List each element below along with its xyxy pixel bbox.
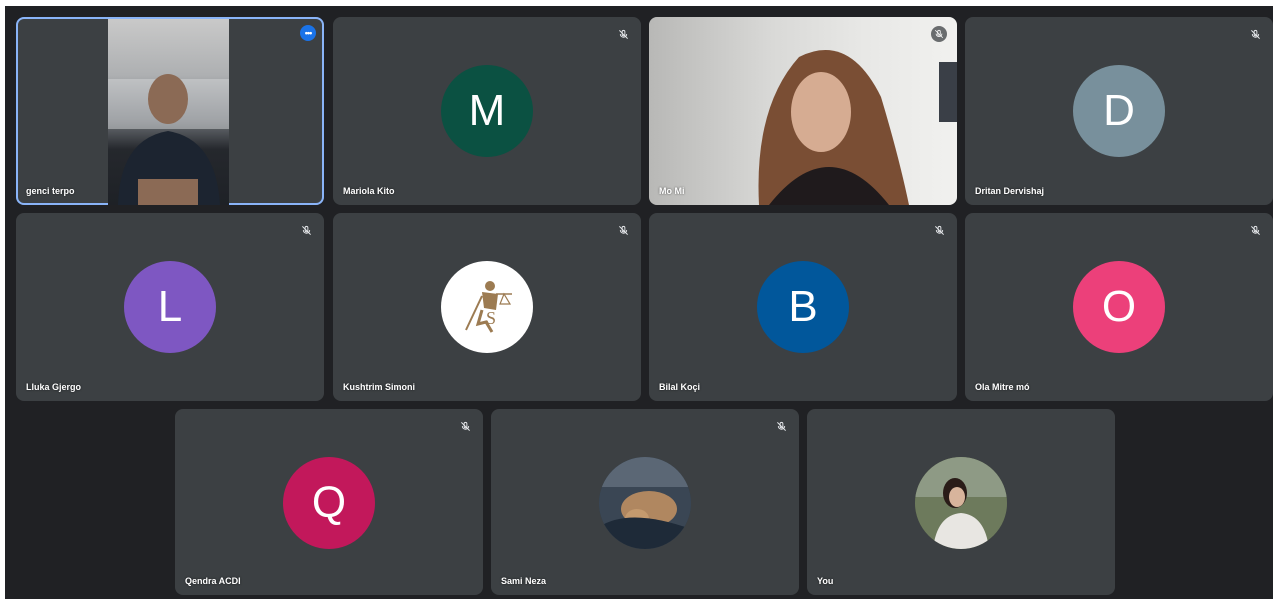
- participant-name: Bilal Koçi: [659, 382, 701, 392]
- mic-off-icon: [931, 222, 947, 238]
- avatar: O: [1073, 261, 1165, 353]
- participant-tile[interactable]: D Dritan Dervishaj: [965, 17, 1273, 205]
- participant-name: Ola Mitre mó: [975, 382, 1030, 392]
- video-frame: [758, 50, 957, 205]
- avatar-photo: [599, 457, 691, 549]
- profile-photo: [599, 457, 691, 549]
- participant-video: [649, 17, 957, 205]
- participant-name: Mo Mi: [659, 186, 685, 196]
- participant-tile[interactable]: You: [807, 409, 1115, 595]
- avatar: Q: [283, 457, 375, 549]
- more-options-button[interactable]: •••: [300, 25, 316, 41]
- participant-video: [108, 19, 229, 205]
- mic-off-icon: [773, 418, 789, 434]
- more-options-icon: •••: [304, 28, 313, 38]
- participant-tile[interactable]: B Bilal Koçi: [649, 213, 957, 401]
- avatar: L: [124, 261, 216, 353]
- participant-name: Lluka Gjergo: [26, 382, 82, 392]
- mic-off-icon: [457, 418, 473, 434]
- mic-off-icon: [615, 26, 631, 42]
- video-frame: [108, 74, 229, 205]
- participant-tile[interactable]: Q Qendra ACDI: [175, 409, 483, 595]
- meeting-grid: ••• genci terpo M Mariola Kito Mo Mi D D…: [5, 6, 1273, 599]
- participant-name: Sami Neza: [501, 576, 547, 586]
- profile-photo: [915, 457, 1007, 549]
- mic-off-icon: [1247, 26, 1263, 42]
- participant-name: Kushtrim Simoni: [343, 382, 416, 392]
- participant-tile[interactable]: S Kushtrim Simoni: [333, 213, 641, 401]
- justice-logo-icon: S: [465, 281, 512, 333]
- avatar: S: [441, 261, 533, 353]
- participant-name: genci terpo: [26, 186, 75, 196]
- svg-text:S: S: [486, 308, 496, 328]
- participant-tile[interactable]: L Lluka Gjergo: [16, 213, 324, 401]
- participant-tile[interactable]: ••• genci terpo: [16, 17, 324, 205]
- avatar: D: [1073, 65, 1165, 157]
- participant-tile[interactable]: Sami Neza: [491, 409, 799, 595]
- mic-off-icon: [931, 26, 947, 42]
- avatar-photo: [915, 457, 1007, 549]
- avatar: M: [441, 65, 533, 157]
- mic-off-icon: [298, 222, 314, 238]
- participant-tile[interactable]: M Mariola Kito: [333, 17, 641, 205]
- participant-tile[interactable]: Mo Mi: [649, 17, 957, 205]
- participant-name: Mariola Kito: [343, 186, 395, 196]
- participant-name: Qendra ACDI: [185, 576, 241, 586]
- participant-name: You: [817, 576, 834, 586]
- mic-off-icon: [615, 222, 631, 238]
- participant-tile[interactable]: O Ola Mitre mó: [965, 213, 1273, 401]
- participant-name: Dritan Dervishaj: [975, 186, 1045, 196]
- mic-off-icon: [1247, 222, 1263, 238]
- avatar: B: [757, 261, 849, 353]
